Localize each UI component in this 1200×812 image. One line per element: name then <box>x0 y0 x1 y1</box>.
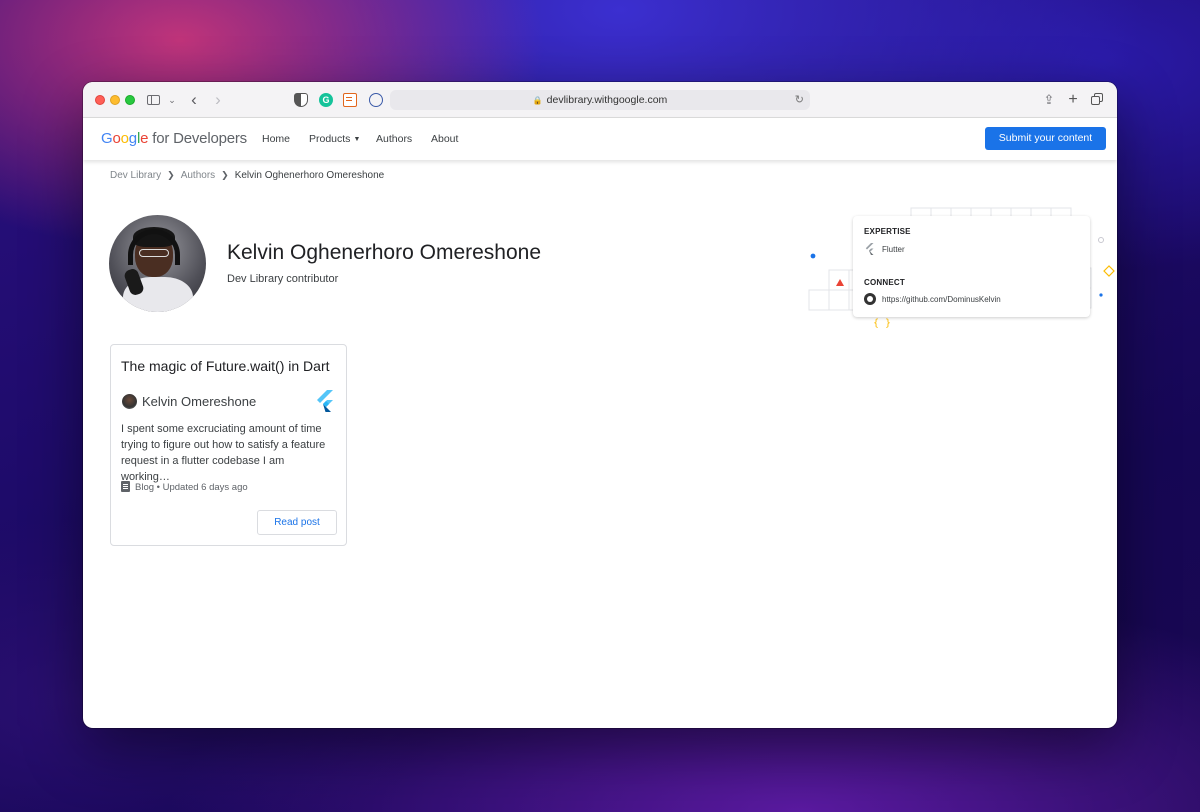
password-extension-icon[interactable] <box>369 93 383 107</box>
author-role: Dev Library contributor <box>227 273 339 285</box>
nav-products[interactable]: Products ▼ <box>309 132 360 147</box>
read-post-button[interactable]: Read post <box>257 510 337 535</box>
notes-extension-icon[interactable] <box>343 93 357 107</box>
tab-overview-icon[interactable] <box>1090 91 1104 109</box>
document-icon <box>121 481 130 492</box>
address-bar[interactable]: 🔒 devlibrary.withgoogle.com ↻ <box>390 90 810 110</box>
close-window-button[interactable] <box>95 95 105 105</box>
sidebar-toggle-icon[interactable] <box>147 91 163 109</box>
lock-icon: 🔒 <box>532 96 543 105</box>
forward-arrow-icon[interactable]: › <box>211 91 225 109</box>
shield-extension-icon[interactable] <box>294 93 308 107</box>
nav-authors[interactable]: Authors <box>376 132 412 146</box>
expertise-flutter[interactable]: Flutter <box>864 243 905 256</box>
share-icon[interactable]: ⇪ <box>1042 91 1056 109</box>
google-developers-logo[interactable]: Google for Developers <box>101 130 247 148</box>
github-icon <box>864 293 876 305</box>
svg-text:{ }: { } <box>873 318 891 329</box>
chevron-down-icon[interactable]: ⌄ <box>167 91 177 109</box>
post-card[interactable]: The magic of Future.wait() in Dart Kelvi… <box>110 344 347 546</box>
grammarly-extension-icon[interactable]: G <box>319 93 333 107</box>
author-avatar <box>109 215 206 312</box>
breadcrumb: Dev Library ❯ Authors ❯ Kelvin Oghenerhoro O… <box>110 169 384 182</box>
expertise-label: EXPERTISE <box>864 227 911 236</box>
chevron-right-icon: ❯ <box>167 170 175 180</box>
flutter-logo-icon <box>316 390 334 412</box>
reload-icon[interactable]: ↻ <box>795 90 804 110</box>
submit-content-button[interactable]: Submit your content <box>985 127 1106 150</box>
nav-home[interactable]: Home <box>262 132 290 146</box>
post-author-avatar <box>122 394 137 409</box>
new-tab-icon[interactable]: + <box>1066 91 1080 109</box>
post-author: Kelvin Omereshone <box>142 394 257 409</box>
post-meta: Blog • Updated 6 days ago <box>121 481 248 494</box>
minimize-window-button[interactable] <box>110 95 120 105</box>
caret-down-icon: ▼ <box>353 136 361 143</box>
connect-label: CONNECT <box>864 278 905 287</box>
browser-window: ⌄ ‹ › G 🔒 devlibrary.withgoogle.com ↻ ⇪ +… <box>83 82 1117 728</box>
browser-toolbar: ⌄ ‹ › G 🔒 devlibrary.withgoogle.com ↻ ⇪ + <box>83 82 1117 118</box>
post-excerpt: I spent some excruciating amount of time… <box>121 423 326 483</box>
github-link[interactable]: https://github.com/DominusKelvin <box>864 293 1001 306</box>
author-name: Kelvin Oghenerhoro Omereshone <box>227 241 542 264</box>
zoom-window-button[interactable] <box>125 95 135 105</box>
author-info-card: EXPERTISE Flutter CONNECT https://github… <box>853 216 1090 317</box>
back-arrow-icon[interactable]: ‹ <box>187 91 201 109</box>
chevron-right-icon: ❯ <box>221 170 229 180</box>
site-header: Google for Developers Home Products ▼ Auth… <box>83 118 1117 160</box>
breadcrumb-authors[interactable]: Authors <box>181 170 215 181</box>
address-url: devlibrary.withgoogle.com <box>546 94 668 106</box>
nav-about[interactable]: About <box>431 132 458 146</box>
breadcrumb-dev-library[interactable]: Dev Library <box>110 170 161 181</box>
flutter-icon <box>864 243 876 255</box>
breadcrumb-current: Kelvin Oghenerhoro Omereshone <box>234 170 385 181</box>
post-title[interactable]: The magic of Future.wait() in Dart <box>121 357 330 375</box>
